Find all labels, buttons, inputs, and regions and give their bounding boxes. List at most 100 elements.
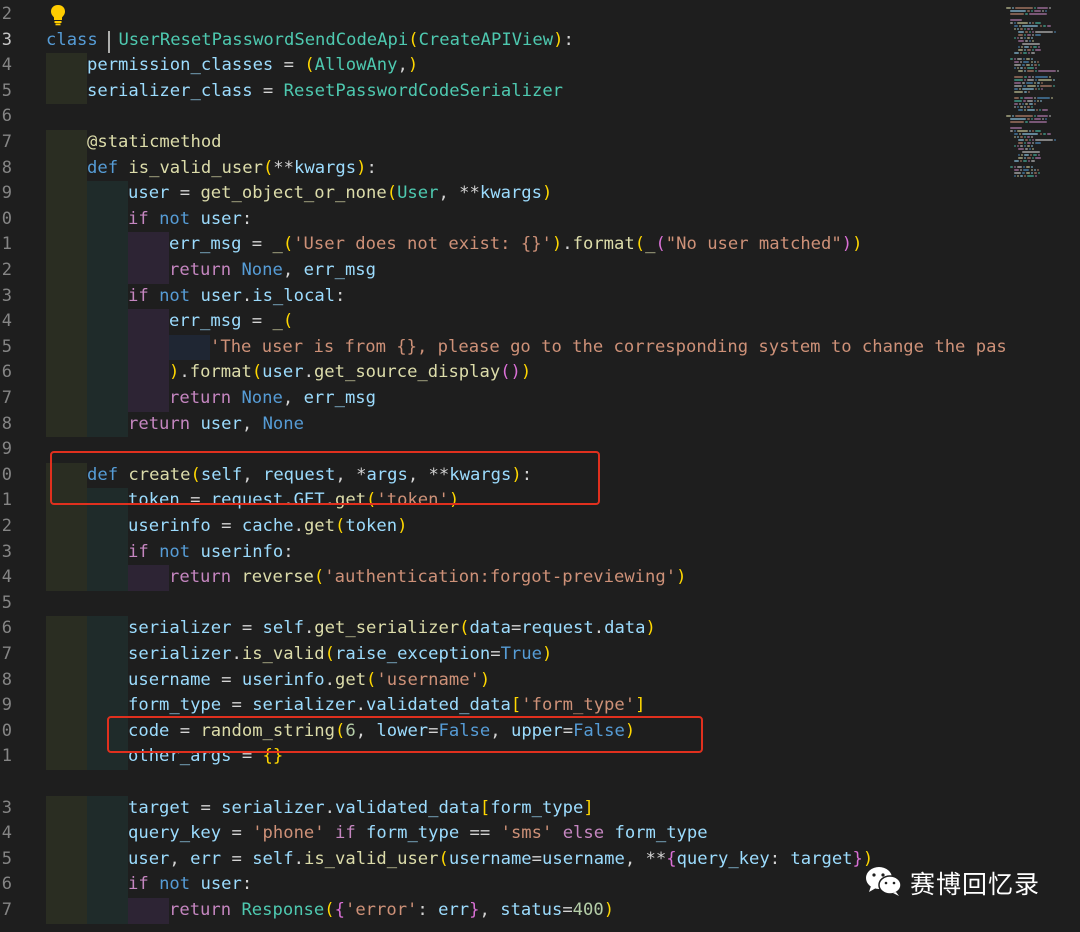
code-token: None <box>241 388 283 408</box>
code-editor[interactable]: 2 3 4 5 6 7 8 9 0 1 2 3 4 5 6 7 8 9 0 1 2 3 4 5 6 7 8 9 0 1 3 4 5 6 7 clas… <box>0 0 1080 932</box>
code-token: validated_data <box>366 695 511 716</box>
minimap-stroke <box>1027 34 1031 36</box>
code-token: userinfo <box>128 516 211 536</box>
code-line[interactable]: @staticmethod <box>87 130 222 156</box>
code-line[interactable]: return None, err_msg <box>169 258 376 284</box>
code-token: ] <box>583 797 594 818</box>
minimap-stroke <box>1014 169 1019 171</box>
indent-guide <box>46 386 87 412</box>
minimap[interactable] <box>1000 0 1080 932</box>
minimap-stroke <box>1033 46 1037 48</box>
code-line[interactable]: userinfo = cache.get(token) <box>128 514 407 540</box>
code-line[interactable]: user = get_object_or_none(User, **kwargs… <box>128 181 552 207</box>
code-line[interactable]: err_msg = _( <box>169 309 293 335</box>
minimap-stroke <box>1024 154 1030 156</box>
minimap-stroke <box>1017 28 1019 30</box>
code-line[interactable]: serializer = self.get_serializer(data=re… <box>128 616 656 642</box>
minimap-stroke <box>1023 166 1026 168</box>
code-line[interactable]: user, err = self.is_valid_user(username=… <box>128 847 873 873</box>
code-line[interactable]: return reverse('authentication:forgot-pr… <box>169 565 686 591</box>
minimap-stroke <box>1038 46 1040 48</box>
code-line[interactable]: if not user: <box>128 207 252 233</box>
line-number: 0 <box>1 464 12 485</box>
minimap-stroke <box>1018 25 1022 27</box>
minimap-stroke <box>1020 52 1023 54</box>
code-token: target <box>128 797 191 818</box>
indent-guide <box>46 846 87 873</box>
code-line[interactable]: query_key = 'phone' if form_type == 'sms… <box>128 821 708 847</box>
code-line[interactable]: class UserResetPasswordSendCodeApi(Creat… <box>46 28 574 54</box>
code-token: : <box>283 541 294 562</box>
minimap-stroke <box>1036 85 1039 87</box>
minimap-stroke <box>1023 100 1026 102</box>
minimap-stroke <box>1018 34 1024 36</box>
indent-guide <box>46 130 87 156</box>
code-line[interactable]: def is_valid_user(**kwargs): <box>87 156 377 182</box>
code-token: User <box>397 183 439 204</box>
minimap-stroke <box>1023 145 1026 147</box>
code-line[interactable]: if not userinfo: <box>128 540 294 566</box>
minimap-stroke <box>1038 79 1052 81</box>
minimap-stroke <box>1018 154 1020 156</box>
code-token: not <box>159 541 191 562</box>
code-line[interactable]: err_msg = _('User does not exist: {}').f… <box>169 232 862 258</box>
minimap-stroke <box>1020 28 1023 30</box>
code-token: , <box>282 260 304 280</box>
code-token: . <box>179 362 190 383</box>
code-token: return <box>169 260 232 280</box>
minimap-stroke <box>1014 133 1018 135</box>
lightbulb-icon[interactable] <box>50 4 66 26</box>
code-line[interactable]: serializer.is_valid(raise_exception=True… <box>128 642 552 668</box>
code-token: cache <box>241 516 294 536</box>
minimap-stroke <box>1010 13 1025 15</box>
line-number: 7 <box>1 900 12 920</box>
minimap-stroke <box>1034 82 1037 84</box>
minimap-stroke <box>1014 88 1018 90</box>
line-number: 9 <box>1 183 12 204</box>
line-number: 4 <box>1 567 12 588</box>
code-line[interactable]: target = serializer.validated_data[form_… <box>128 796 594 822</box>
code-line[interactable]: return None, err_msg <box>169 386 376 412</box>
code-line[interactable]: permission_classes = (AllowAny,) <box>87 53 418 79</box>
indent-guide <box>87 898 128 924</box>
code-line[interactable]: 'The user is from {}, please go to the c… <box>210 335 1007 361</box>
minimap-stroke <box>1013 166 1016 168</box>
minimap-stroke <box>1026 106 1031 108</box>
code-token: serializer <box>128 618 232 639</box>
minimap-stroke <box>1032 157 1034 159</box>
minimap-stroke <box>1027 109 1035 111</box>
code-token: , ** <box>438 183 480 204</box>
line-number: 5 <box>1 592 12 613</box>
minimap-stroke <box>1047 133 1051 135</box>
indent-guide <box>46 616 87 642</box>
code-token: ( <box>655 234 666 255</box>
line-number: 7 <box>1 132 12 152</box>
minimap-stroke <box>1020 175 1023 177</box>
code-token: _ <box>645 234 656 255</box>
code-line[interactable]: return Response({'error': err}, status=4… <box>169 898 614 924</box>
code-line[interactable]: username = userinfo.get('username') <box>128 668 490 694</box>
minimap-stroke <box>1020 145 1023 147</box>
minimap-stroke <box>1019 169 1023 171</box>
line-number: 5 <box>1 80 12 101</box>
minimap-stroke <box>1017 145 1019 147</box>
code-line[interactable]: ).format(user.get_source_display()) <box>169 360 531 386</box>
code-line[interactable]: serializer_class = ResetPasswordCodeSeri… <box>87 79 563 105</box>
indent-guide <box>87 386 128 412</box>
line-number: 8 <box>1 413 12 434</box>
line-number: 1 <box>1 490 12 511</box>
minimap-stroke <box>1041 109 1048 111</box>
code-line[interactable]: if not user.is_local: <box>128 284 345 310</box>
code-token: : <box>241 874 253 895</box>
minimap-stroke <box>1038 172 1041 174</box>
code-token: ) <box>603 900 615 920</box>
minimap-stroke <box>1018 46 1020 48</box>
code-line[interactable]: return user, None <box>128 412 304 438</box>
minimap-stroke <box>1031 145 1034 147</box>
code-line[interactable]: if not user: <box>128 872 252 898</box>
code-line[interactable]: form_type = serializer.validated_data['f… <box>128 693 645 719</box>
minimap-stroke <box>1038 64 1041 66</box>
minimap-stroke <box>1023 169 1030 171</box>
